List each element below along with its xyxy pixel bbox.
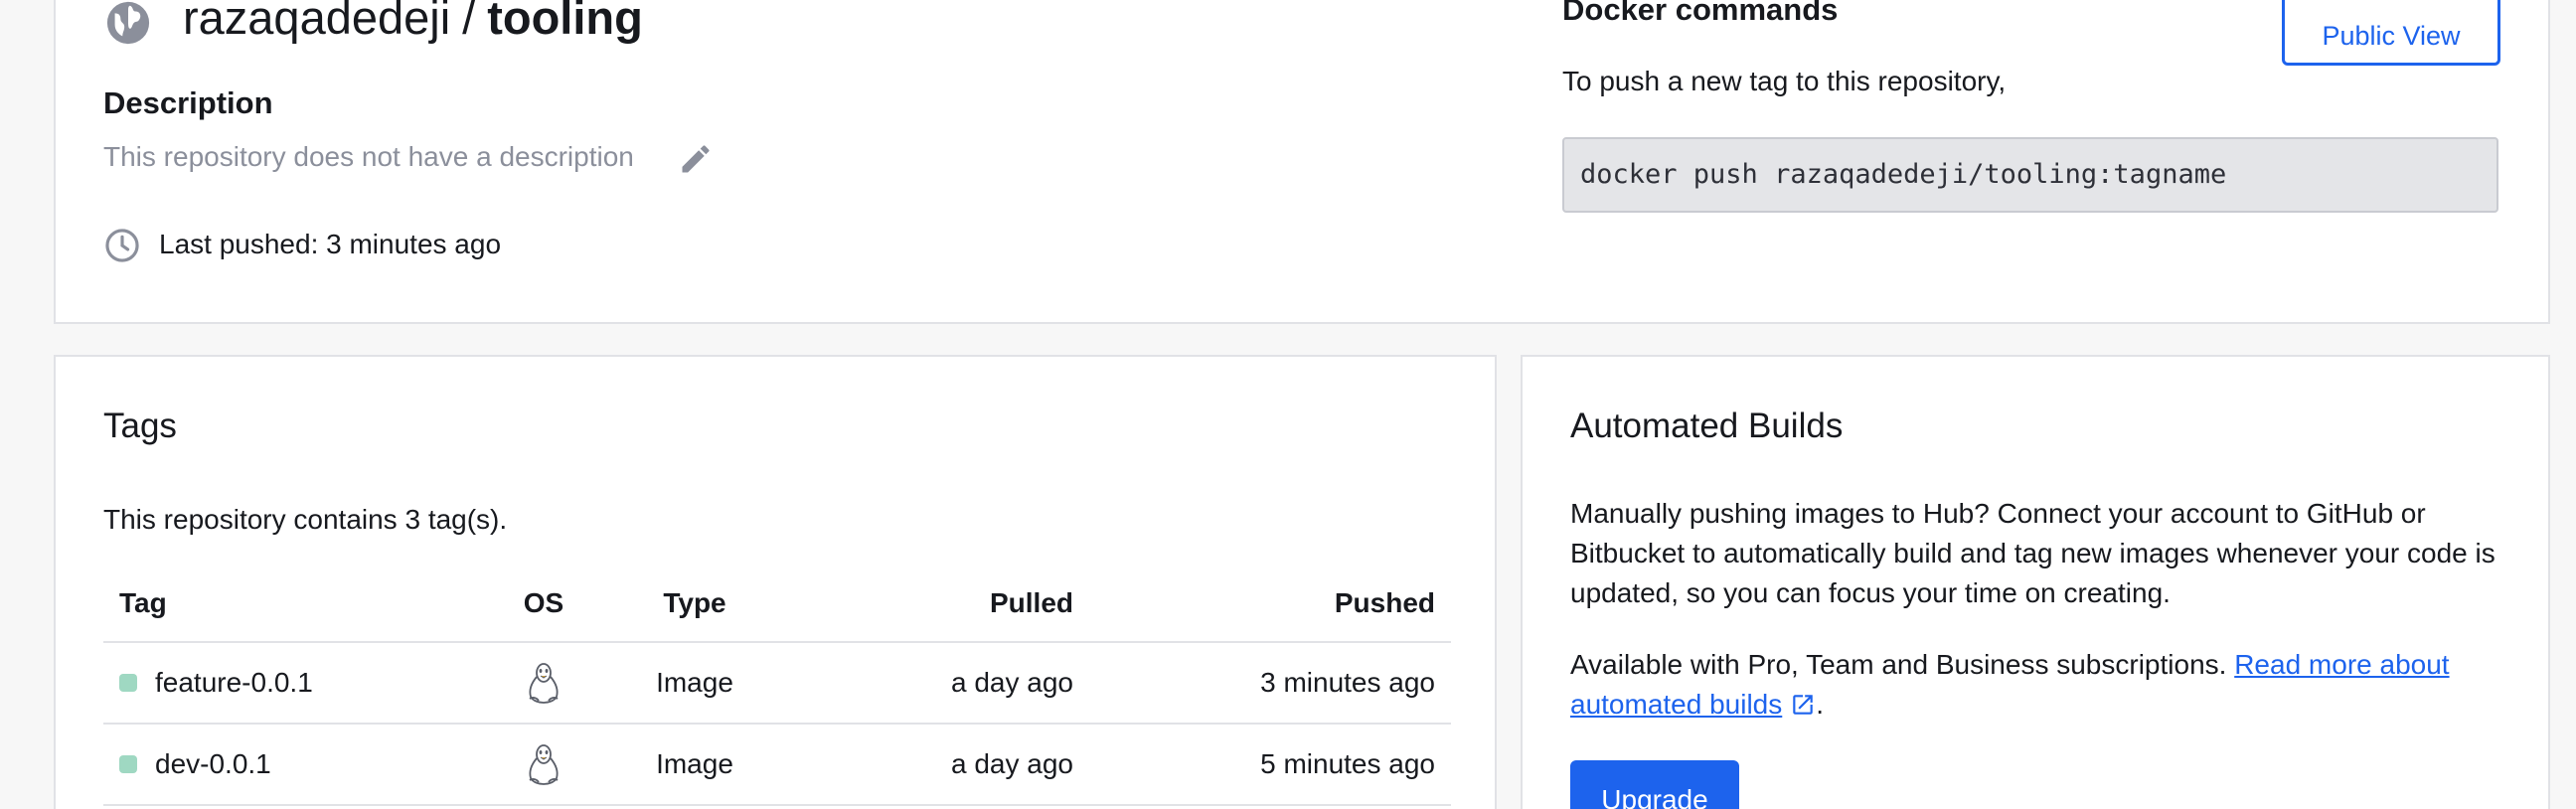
tags-table: Tag OS Type Pulled Pushed feature-0.0.1 bbox=[103, 566, 1451, 806]
pulled-cell: a day ago bbox=[951, 667, 1073, 698]
repository-info-card: razaqadedeji / tooling Description This re… bbox=[54, 0, 2550, 324]
clock-icon bbox=[105, 229, 139, 262]
last-pushed-text: Last pushed: 3 minutes ago bbox=[159, 229, 502, 259]
globe-icon bbox=[106, 1, 150, 45]
repository-title: razaqadedeji / tooling bbox=[183, 0, 643, 44]
edit-pencil-icon[interactable] bbox=[678, 141, 714, 177]
external-link-icon[interactable] bbox=[1790, 692, 1816, 718]
pushed-cell: 3 minutes ago bbox=[1260, 667, 1435, 698]
automated-builds-heading: Automated Builds bbox=[1570, 406, 1844, 445]
tags-heading: Tags bbox=[103, 406, 177, 445]
title-separator: / bbox=[462, 0, 476, 44]
tags-card: Tags This repository contains 3 tag(s). … bbox=[54, 355, 1497, 809]
upgrade-button[interactable]: Upgrade bbox=[1570, 760, 1739, 809]
os-cell bbox=[509, 643, 578, 723]
availability-label: Available with Pro, Team and Business su… bbox=[1570, 649, 2227, 680]
pulled-cell: a day ago bbox=[951, 748, 1073, 779]
table-header-row: Tag OS Type Pulled Pushed bbox=[103, 566, 1451, 643]
pushed-cell: 5 minutes ago bbox=[1260, 748, 1435, 779]
tag-status-indicator bbox=[119, 674, 137, 692]
description-text: This repository does not have a descript… bbox=[103, 141, 634, 172]
column-header-pushed: Pushed bbox=[1334, 587, 1435, 618]
table-row: feature-0.0.1 Image a day ago 3 minutes … bbox=[103, 643, 1451, 725]
table-row: dev-0.0.1 Image a day ago 5 minutes ago bbox=[103, 725, 1451, 806]
os-cell bbox=[509, 725, 578, 804]
repository-name: tooling bbox=[487, 0, 643, 44]
docker-push-command[interactable]: docker push razaqadedeji/tooling:tagname bbox=[1562, 137, 2498, 213]
docker-commands-subtext: To push a new tag to this repository, bbox=[1562, 66, 2007, 96]
link-suffix: . bbox=[1816, 689, 1825, 720]
tags-count-text: This repository contains 3 tag(s). bbox=[103, 504, 508, 535]
linux-icon bbox=[529, 744, 559, 785]
docker-commands-heading: Docker commands bbox=[1562, 0, 1839, 27]
tag-status-indicator bbox=[119, 755, 137, 773]
type-cell: Image bbox=[656, 748, 733, 779]
type-cell: Image bbox=[656, 667, 733, 698]
automated-builds-card: Automated Builds Manually pushing images… bbox=[1521, 355, 2550, 809]
description-heading: Description bbox=[103, 85, 273, 120]
availability-text: Available with Pro, Team and Business su… bbox=[1570, 645, 2524, 725]
automated-builds-description: Manually pushing images to Hub? Connect … bbox=[1570, 498, 2496, 608]
column-header-tag: Tag bbox=[119, 587, 167, 618]
tag-name-link[interactable]: dev-0.0.1 bbox=[155, 748, 271, 780]
column-header-os: OS bbox=[523, 587, 564, 618]
column-header-type: Type bbox=[663, 587, 726, 618]
tag-cell: feature-0.0.1 bbox=[119, 643, 313, 723]
repository-namespace[interactable]: razaqadedeji bbox=[183, 0, 450, 44]
linux-icon bbox=[529, 663, 559, 704]
tag-cell: dev-0.0.1 bbox=[119, 725, 271, 804]
public-view-button[interactable]: Public View bbox=[2282, 0, 2500, 66]
tag-name-link[interactable]: feature-0.0.1 bbox=[155, 667, 313, 699]
column-header-pulled: Pulled bbox=[989, 587, 1073, 618]
